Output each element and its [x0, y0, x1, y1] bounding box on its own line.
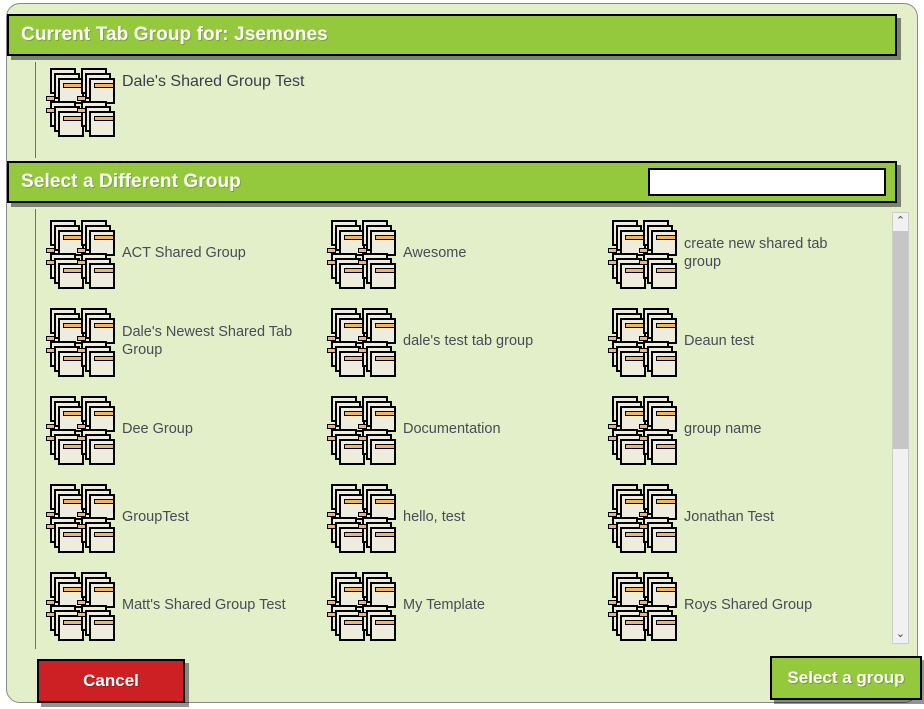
group-list-item[interactable]: Deaun test	[598, 297, 879, 385]
group-list-item-label: Dee Group	[122, 421, 193, 437]
group-list-item-label: group name	[684, 421, 762, 437]
group-list-item-label: hello, test	[403, 509, 466, 525]
tab-group-icon	[46, 396, 115, 465]
current-group-section: Dale's Shared Group Test	[35, 62, 895, 158]
group-list-item[interactable]: Awesome	[317, 209, 598, 297]
tab-group-icon	[327, 396, 396, 465]
tab-group-icon	[608, 308, 677, 377]
select-group-title: Select a Different Group	[21, 171, 241, 192]
group-list-item-label: Documentation	[403, 421, 501, 437]
scroll-up-arrow-icon[interactable]: ⌃	[893, 213, 908, 230]
cancel-button[interactable]: Cancel	[37, 659, 185, 703]
group-list-item[interactable]: Dee Group	[36, 385, 317, 473]
group-grid: ACT Shared Group Awesome create new shared…	[36, 209, 881, 649]
group-list-item[interactable]: Jonathan Test	[598, 473, 879, 561]
scrollbar-thumb[interactable]	[893, 231, 908, 449]
group-list-item-label: Matt's Shared Group Test	[122, 597, 286, 613]
tab-group-icon	[327, 220, 396, 289]
group-list-item[interactable]: dale's test tab group	[317, 297, 598, 385]
group-list-item[interactable]: create new shared tab group	[598, 209, 879, 297]
group-list-item-label: Deaun test	[684, 333, 755, 349]
current-group-item[interactable]: Dale's Shared Group Test	[46, 68, 312, 137]
group-list-item[interactable]: ACT Shared Group	[36, 209, 317, 297]
group-list-item[interactable]: hello, test	[317, 473, 598, 561]
search-wrapper	[648, 168, 886, 196]
select-a-group-button[interactable]: Select a group	[770, 656, 922, 700]
group-list-item-label: Dale's Newest Shared Tab Group	[122, 324, 293, 358]
group-list-item[interactable]: group name	[598, 385, 879, 473]
current-group-label: Dale's Shared Group Test	[122, 73, 305, 90]
group-list-item-label: My Template	[403, 597, 485, 613]
group-list-item[interactable]: Roys Shared Group	[598, 561, 879, 649]
group-list-item-label: Awesome	[403, 245, 467, 261]
tab-group-icon	[608, 396, 677, 465]
group-list-item[interactable]: My Template	[317, 561, 598, 649]
dialog-panel: Current Tab Group for: Jsemones Dale's S…	[6, 3, 922, 703]
tab-group-icon	[608, 220, 677, 289]
group-list-item-label: GroupTest	[122, 509, 189, 525]
tab-group-icon	[46, 484, 115, 553]
select-group-header: Select a Different Group	[7, 161, 897, 203]
current-tab-group-title: Current Tab Group for: Jsemones	[21, 24, 328, 45]
group-list-item[interactable]: GroupTest	[36, 473, 317, 561]
tab-group-icon	[327, 572, 396, 641]
tab-group-icon	[608, 484, 677, 553]
group-list-item-label: Jonathan Test	[684, 509, 775, 525]
search-input[interactable]	[648, 168, 886, 196]
tab-group-icon	[46, 220, 115, 289]
group-list-item-label: ACT Shared Group	[122, 245, 246, 261]
group-list-item[interactable]: Documentation	[317, 385, 598, 473]
group-list-item-label: dale's test tab group	[403, 333, 534, 349]
group-list-item-label: create new shared tab group	[684, 236, 828, 270]
group-list-item[interactable]: Matt's Shared Group Test	[36, 561, 317, 649]
group-list-scrollbar[interactable]: ⌃ ⌄	[892, 212, 909, 644]
tab-group-icon	[46, 68, 115, 137]
tab-group-icon	[608, 572, 677, 641]
tab-group-icon	[46, 572, 115, 641]
tab-group-icon	[327, 484, 396, 553]
scroll-down-arrow-icon[interactable]: ⌄	[893, 626, 908, 643]
group-list-item-label: Roys Shared Group	[684, 597, 813, 613]
group-list-item[interactable]: Dale's Newest Shared Tab Group	[36, 297, 317, 385]
tab-group-icon	[46, 308, 115, 377]
group-list-area: ACT Shared Group Awesome create new shared…	[35, 209, 895, 649]
current-tab-group-header: Current Tab Group for: Jsemones	[7, 14, 897, 56]
tab-group-icon	[327, 308, 396, 377]
